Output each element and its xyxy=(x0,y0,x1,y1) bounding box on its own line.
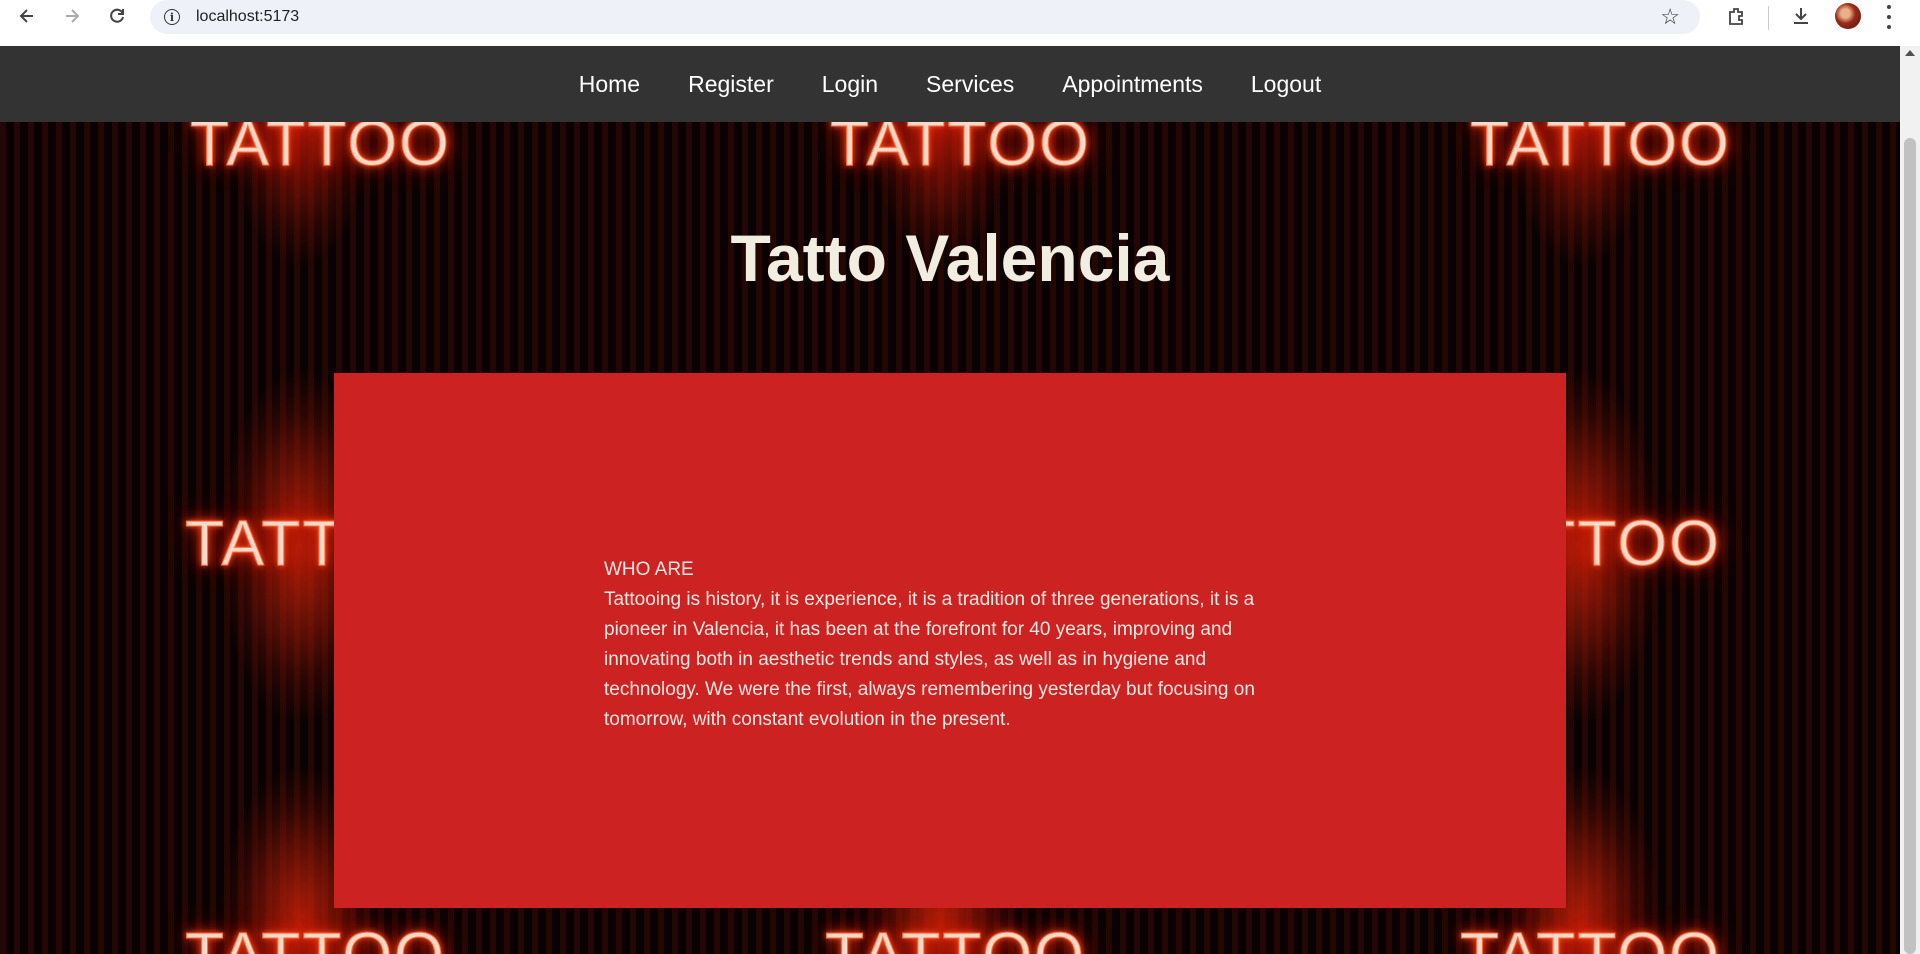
download-icon[interactable] xyxy=(1789,4,1813,33)
neon-sign: TATTOO xyxy=(185,918,446,954)
neon-sign: TATTOO xyxy=(1460,918,1721,954)
nav-home-link[interactable]: Home xyxy=(579,71,640,98)
nav-services-link[interactable]: Services xyxy=(926,71,1014,98)
nav-appointments-link[interactable]: Appointments xyxy=(1062,71,1203,98)
bookmark-star-icon[interactable]: ☆ xyxy=(1660,4,1680,30)
extensions-icon[interactable] xyxy=(1725,4,1749,33)
main-navbar: Home Register Login Services Appointment… xyxy=(0,46,1900,122)
site-info-icon[interactable]: i xyxy=(164,9,180,25)
about-body-text: Tattooing is history, it is experience, … xyxy=(604,589,1255,730)
url-text: localhost:5173 xyxy=(196,8,300,25)
back-arrow-icon[interactable] xyxy=(13,2,41,30)
scrollbar-thumb[interactable] xyxy=(1904,138,1916,954)
about-card: WHO ARE Tattooing is history, it is expe… xyxy=(334,373,1566,908)
about-content: WHO ARE Tattooing is history, it is expe… xyxy=(604,555,1304,735)
address-bar[interactable]: i localhost:5173 ☆ xyxy=(150,0,1700,34)
page-viewport: TATTOO TATTOO TATTOO TATTOO TATTOO TATTO… xyxy=(0,46,1900,954)
scroll-up-arrow-icon[interactable] xyxy=(1905,50,1915,56)
profile-avatar[interactable] xyxy=(1835,3,1861,29)
forward-arrow-icon[interactable] xyxy=(58,2,86,30)
neon-sign: TATTOO xyxy=(825,918,1086,954)
reload-icon[interactable] xyxy=(103,2,131,30)
nav-login-link[interactable]: Login xyxy=(822,71,878,98)
nav-register-link[interactable]: Register xyxy=(688,71,774,98)
about-heading: WHO ARE xyxy=(604,559,694,580)
nav-logout-link[interactable]: Logout xyxy=(1251,71,1321,98)
menu-dots-icon[interactable] xyxy=(1885,5,1893,29)
page-title: Tatto Valencia xyxy=(730,221,1170,295)
browser-toolbar: i localhost:5173 ☆ xyxy=(0,0,1920,46)
page-scrollbar[interactable] xyxy=(1900,46,1920,954)
toolbar-divider xyxy=(1768,6,1769,30)
